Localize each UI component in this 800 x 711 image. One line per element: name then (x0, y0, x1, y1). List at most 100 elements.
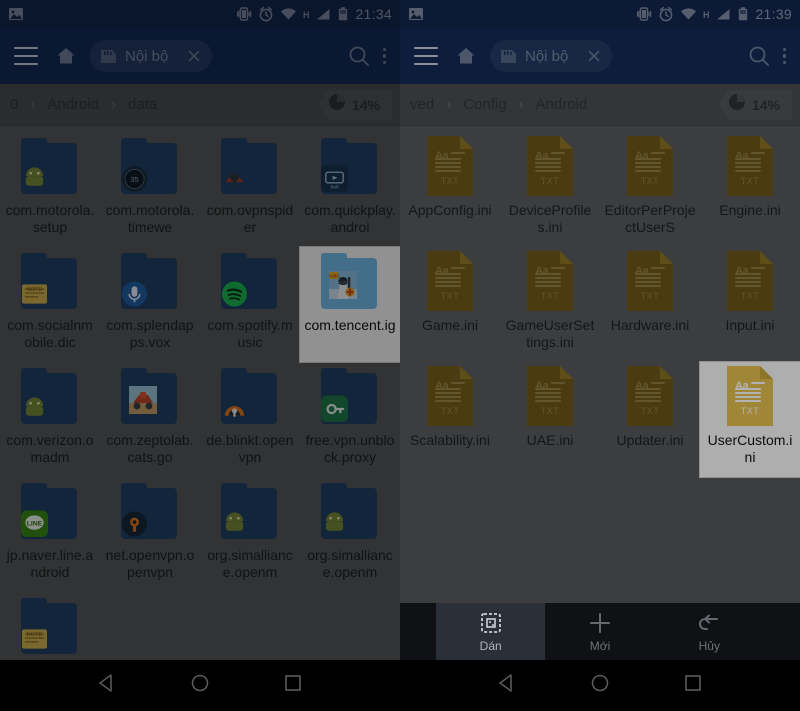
file-item[interactable]: Aa TXT UAE.ini (500, 362, 600, 477)
overflow-dot (782, 60, 786, 65)
breadcrumb-item[interactable]: ved (404, 96, 444, 113)
doc-aa-label: Aa (735, 265, 749, 277)
wifi-icon (280, 8, 296, 20)
ovpn-spider-icon (221, 165, 248, 192)
overflow-menu-icon[interactable] (782, 47, 786, 65)
doc-text-line (435, 158, 461, 160)
doc-text-line (735, 277, 761, 279)
home-icon[interactable] (456, 46, 476, 66)
doc-ext-label: TXT (540, 176, 560, 186)
doc-text-line (435, 396, 461, 398)
close-icon[interactable] (186, 48, 202, 64)
battery-icon (739, 7, 748, 21)
file-item[interactable]: NOTE com.socialnmobile.dic (0, 247, 100, 362)
home-icon[interactable] (56, 46, 76, 66)
file-item[interactable]: Aa TXT Scalability.ini (400, 362, 500, 477)
file-item[interactable]: com.zeptolab.cats.go (100, 362, 200, 477)
overflow-menu-icon[interactable] (382, 47, 386, 65)
file-icon-art: NOTE (17, 251, 83, 313)
file-item-selected[interactable]: Aa TXT UserCustom.ini (700, 362, 800, 477)
close-icon[interactable] (586, 48, 602, 64)
file-item[interactable]: Aa TXT AppConfig.ini (400, 132, 500, 247)
file-item[interactable]: Aa TXT Engine.ini (700, 132, 800, 247)
file-name-label: de.blinkt.openvpn (206, 432, 294, 465)
file-name-label: Engine.ini (719, 202, 781, 218)
storage-percent: 14% (751, 96, 780, 113)
nav-recents[interactable] (281, 671, 305, 700)
notepad-icon-glyph: NOTE (21, 628, 48, 649)
breadcrumb-item[interactable]: Android (526, 96, 598, 113)
file-item[interactable]: Aa TXT Input.ini (700, 247, 800, 362)
file-item[interactable]: Bell com.quickplay.androi (300, 132, 400, 247)
sdcard-icon (100, 49, 117, 64)
doc-text-line (551, 267, 565, 269)
action-label: Hủy (698, 638, 720, 653)
file-icon-art: Aa TXT (517, 366, 583, 428)
file-item[interactable]: Aa TXT EditorPerProjectUserS (600, 132, 700, 247)
file-item[interactable]: com.spotify.music (200, 247, 300, 362)
home-glyph (57, 48, 75, 64)
paste-icon-glyph (480, 612, 501, 633)
file-item[interactable]: 35 com.motorola.timewe (100, 132, 200, 247)
hamburger-icon[interactable] (14, 47, 38, 65)
doc-text-line (651, 382, 665, 384)
doc-corner-fold (760, 366, 773, 379)
action-undo[interactable]: Hủy (655, 603, 764, 660)
file-item[interactable]: Aa TXT Hardware.ini (600, 247, 700, 362)
breadcrumb-separator: › (30, 96, 36, 113)
storage-usage-chip[interactable]: 14% (317, 89, 392, 120)
svg-text:NOTE: NOTE (26, 632, 42, 638)
search-icon[interactable] (347, 44, 371, 68)
action-plus[interactable]: Mới (545, 603, 654, 660)
file-item[interactable]: org.simalliance.openm (300, 477, 400, 592)
back-icon (498, 674, 512, 692)
file-item[interactable]: com.ovpnspider (200, 132, 300, 247)
file-item[interactable]: de.blinkt.openvpn (200, 362, 300, 477)
doc-aa-label: Aa (435, 380, 449, 392)
file-item[interactable]: org.simalliance.openm (200, 477, 300, 592)
file-item[interactable]: Aa TXT Game.ini (400, 247, 500, 362)
overflow-dot (382, 60, 386, 65)
status-left-icons (8, 6, 24, 22)
file-item[interactable]: com.splendapps.vox (100, 247, 200, 362)
file-item[interactable]: com.motorola.setup (0, 132, 100, 247)
doc-text-line (535, 400, 561, 402)
app-toolbar: Nội bộ (0, 28, 400, 84)
file-item-selected[interactable]: PUBG com.tencent.ig (300, 247, 400, 362)
file-item[interactable]: Aa TXT GameUserSettings.ini (500, 247, 600, 362)
tab-chip[interactable]: Nội bộ (90, 40, 213, 72)
file-icon-art: Aa TXT (417, 366, 483, 428)
alarm-icon (659, 6, 673, 22)
hamburger-bar (414, 63, 438, 65)
breadcrumb-item[interactable]: Config (453, 96, 516, 113)
breadcrumb-item[interactable]: Android (37, 96, 109, 113)
file-name-label: com.splendapps.vox (106, 317, 194, 350)
sdcard-glyph (501, 49, 516, 63)
file-name-label: Hardware.ini (610, 317, 690, 333)
signal-icon-wrap (315, 6, 331, 22)
doc-text-line (635, 162, 661, 164)
doc-text-line (451, 152, 465, 154)
nav-recents[interactable] (681, 671, 705, 700)
file-item[interactable]: com.verizon.omadm (0, 362, 100, 477)
file-name-label: com.socialnmobile.dic (7, 317, 93, 350)
action-paste[interactable]: Dán (436, 603, 546, 660)
nav-home[interactable] (588, 671, 612, 700)
breadcrumb-item[interactable]: 0 (4, 96, 28, 113)
nav-back[interactable] (95, 671, 119, 700)
file-item[interactable]: free.vpn.unblock.proxy (300, 362, 400, 477)
breadcrumb-item[interactable]: data (118, 96, 167, 113)
tab-chip[interactable]: Nội bộ (490, 40, 613, 72)
file-item[interactable]: LINE jp.naver.line.android (0, 477, 100, 592)
file-item[interactable]: net.openvpn.openvpn (100, 477, 200, 592)
action-label: Mới (589, 638, 611, 653)
nav-back[interactable] (495, 671, 519, 700)
file-item[interactable]: NOTE (0, 592, 100, 660)
nav-home[interactable] (188, 671, 212, 700)
doc-aa-label: Aa (735, 380, 749, 392)
hamburger-icon[interactable] (414, 47, 438, 65)
file-item[interactable]: Aa TXT DeviceProfiles.ini (500, 132, 600, 247)
file-item[interactable]: Aa TXT Updater.ini (600, 362, 700, 477)
storage-usage-chip[interactable]: 14% (717, 89, 792, 120)
search-icon[interactable] (747, 44, 771, 68)
